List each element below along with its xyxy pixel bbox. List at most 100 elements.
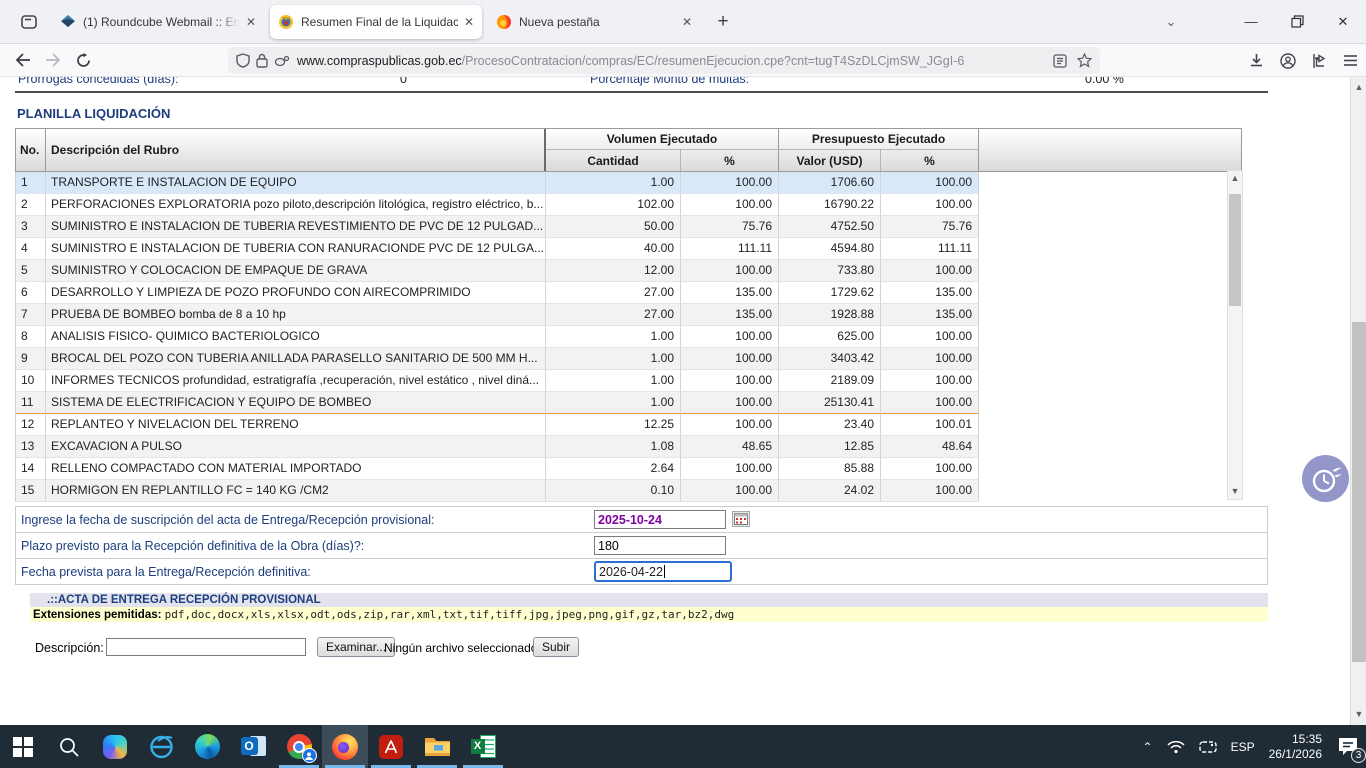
cell-descripcion: TRANSPORTE E INSTALACION DE EQUIPO	[46, 172, 546, 194]
fecha-prevista-input[interactable]: 2026-04-22	[594, 561, 732, 582]
cell-volumen-pct: 100.00	[681, 414, 779, 436]
language-indicator[interactable]: ESP	[1231, 740, 1255, 754]
url-host: www.compraspublicas.gob.ec	[297, 54, 462, 68]
cell-descripcion: SUMINISTRO E INSTALACION DE TUBERIA REVE…	[46, 216, 546, 238]
scroll-down-icon[interactable]: ▼	[1228, 484, 1242, 499]
table-row[interactable]: 7 PRUEBA DE BOMBEO bomba de 8 a 10 hp 27…	[16, 304, 1242, 326]
bookmark-star-icon[interactable]	[1077, 53, 1092, 68]
tab-close-icon[interactable]: ✕	[682, 15, 692, 29]
clock[interactable]: 15:35 26/1/2026	[1269, 732, 1322, 762]
account-icon[interactable]	[1280, 53, 1296, 69]
taskbar-chrome-icon[interactable]	[276, 725, 322, 768]
firefox-view-icon[interactable]	[12, 7, 46, 37]
table-row[interactable]: 8 ANALISIS FISICO- QUIMICO BACTERIOLOGIC…	[16, 326, 1242, 348]
floating-timer-badge-icon[interactable]	[1302, 455, 1349, 502]
cell-volumen-pct: 100.00	[681, 348, 779, 370]
cell-no: 8	[16, 326, 46, 348]
taskbar-start-icon[interactable]	[0, 725, 46, 768]
tab-resumen-liquidacion[interactable]: Resumen Final de la Liquidación ✕	[270, 5, 482, 39]
window-restore-button[interactable]	[1274, 0, 1320, 44]
downloads-icon[interactable]	[1249, 53, 1264, 68]
subir-button[interactable]: Subir	[533, 637, 579, 657]
table-scrollbar[interactable]: ▲ ▼	[1227, 170, 1243, 500]
cell-cantidad: 1.00	[546, 348, 681, 370]
table-row[interactable]: 14 RELLENO COMPACTADO CON MATERIAL IMPOR…	[16, 458, 1242, 480]
taskbar-copilot-icon[interactable]	[92, 725, 138, 768]
taskbar-internet-explorer-icon[interactable]	[138, 725, 184, 768]
column-group-volumen: Volumen Ejecutado	[546, 129, 779, 150]
page-scroll-up-icon[interactable]: ▲	[1352, 80, 1366, 95]
extensions-icon[interactable]	[1312, 53, 1327, 69]
cell-cantidad: 40.00	[546, 238, 681, 260]
wifi-icon[interactable]	[1167, 740, 1185, 754]
cell-cantidad: 1.08	[546, 436, 681, 458]
taskbar-outlook-icon[interactable]: O	[230, 725, 276, 768]
scroll-up-icon[interactable]: ▲	[1228, 171, 1242, 186]
reload-icon[interactable]	[68, 47, 98, 73]
page-scrollbar[interactable]: ▲ ▼	[1350, 77, 1366, 725]
cell-cantidad: 0.10	[546, 480, 681, 502]
lock-icon[interactable]	[256, 53, 268, 68]
plazo-input[interactable]	[594, 536, 726, 555]
cell-presupuesto-pct: 100.00	[881, 326, 979, 348]
taskbar-excel-icon[interactable]: X	[460, 725, 506, 768]
cell-valor-usd: 85.88	[779, 458, 881, 480]
roundcube-favicon-icon	[60, 14, 76, 30]
display-cast-icon[interactable]	[1199, 740, 1217, 754]
cell-no: 5	[16, 260, 46, 282]
notifications-icon[interactable]: 3	[1336, 734, 1362, 760]
cell-presupuesto-pct: 75.76	[881, 216, 979, 238]
browser-tab-bar: (1) Roundcube Webmail :: Entra ✕ Resumen…	[0, 0, 1366, 44]
window-minimize-button[interactable]: —	[1228, 0, 1274, 44]
cell-presupuesto-pct: 100.01	[881, 414, 979, 436]
table-row[interactable]: 11 SISTEMA DE ELECTRIFICACION Y EQUIPO D…	[16, 392, 1242, 414]
tray-expand-icon[interactable]: ⌃	[1143, 740, 1153, 754]
tracking-shield-icon[interactable]	[236, 53, 250, 68]
page-scroll-down-icon[interactable]: ▼	[1352, 707, 1366, 722]
back-icon[interactable]	[8, 47, 38, 73]
permissions-icon[interactable]	[274, 55, 290, 67]
tab-roundcube-webmail[interactable]: (1) Roundcube Webmail :: Entra ✕	[52, 5, 264, 39]
reader-mode-icon[interactable]	[1053, 54, 1067, 68]
tab-nueva-pestana[interactable]: Nueva pestaña ✕	[488, 5, 700, 39]
cell-presupuesto-pct: 135.00	[881, 282, 979, 304]
taskbar-acrobat-icon[interactable]	[368, 725, 414, 768]
url-bar[interactable]: www.compraspublicas.gob.ec/ProcesoContra…	[228, 47, 1100, 74]
calendar-icon[interactable]	[732, 511, 750, 527]
taskbar-search-icon[interactable]	[46, 725, 92, 768]
page-scrollbar-thumb[interactable]	[1352, 322, 1366, 662]
table-row[interactable]: 9 BROCAL DEL POZO CON TUBERIA ANILLADA P…	[16, 348, 1242, 370]
table-row[interactable]: 12 REPLANTEO Y NIVELACION DEL TERRENO 12…	[16, 414, 1242, 436]
cell-presupuesto-pct: 100.00	[881, 260, 979, 282]
forward-icon[interactable]	[38, 47, 68, 73]
descripcion-input[interactable]	[106, 638, 306, 656]
table-row[interactable]: 3 SUMINISTRO E INSTALACION DE TUBERIA RE…	[16, 216, 1242, 238]
fecha-prevista-label: Fecha prevista para la Entrega/Recepción…	[21, 565, 311, 579]
column-group-presupuesto: Presupuesto Ejecutado	[779, 129, 979, 150]
window-close-button[interactable]: ✕	[1320, 0, 1366, 44]
list-all-tabs-icon[interactable]: ⌄	[1154, 14, 1188, 30]
tab-close-icon[interactable]: ✕	[464, 15, 474, 29]
cell-presupuesto-pct: 100.00	[881, 392, 979, 414]
table-row[interactable]: 6 DESARROLLO Y LIMPIEZA DE POZO PROFUNDO…	[16, 282, 1242, 304]
notification-count-badge: 3	[1351, 748, 1366, 763]
cell-volumen-pct: 48.65	[681, 436, 779, 458]
taskbar-firefox-icon[interactable]	[322, 725, 368, 768]
cell-no: 9	[16, 348, 46, 370]
table-row[interactable]: 13 EXCAVACION A PULSO 1.08 48.65 12.85 4…	[16, 436, 1242, 458]
table-row[interactable]: 1 TRANSPORTE E INSTALACION DE EQUIPO 1.0…	[16, 172, 1242, 194]
table-scrollbar-thumb[interactable]	[1229, 194, 1241, 306]
table-row[interactable]: 5 SUMINISTRO Y COLOCACION DE EMPAQUE DE …	[16, 260, 1242, 282]
taskbar-edge-icon[interactable]	[184, 725, 230, 768]
table-row[interactable]: 4 SUMINISTRO E INSTALACION DE TUBERIA CO…	[16, 238, 1242, 260]
cell-presupuesto-pct: 100.00	[881, 348, 979, 370]
new-tab-button[interactable]: +	[708, 7, 738, 37]
taskbar-file-explorer-icon[interactable]	[414, 725, 460, 768]
table-row[interactable]: 10 INFORMES TECNICOS profundidad, estrat…	[16, 370, 1242, 392]
tab-close-icon[interactable]: ✕	[246, 15, 256, 29]
table-row[interactable]: 15 HORMIGON EN REPLANTILLO FC = 140 KG /…	[16, 480, 1242, 502]
menu-hamburger-icon[interactable]	[1343, 54, 1358, 67]
column-header-valor-usd: Valor (USD)	[779, 150, 881, 171]
table-row[interactable]: 2 PERFORACIONES EXPLORATORIA pozo piloto…	[16, 194, 1242, 216]
fecha-suscripcion-input[interactable]	[594, 510, 726, 529]
